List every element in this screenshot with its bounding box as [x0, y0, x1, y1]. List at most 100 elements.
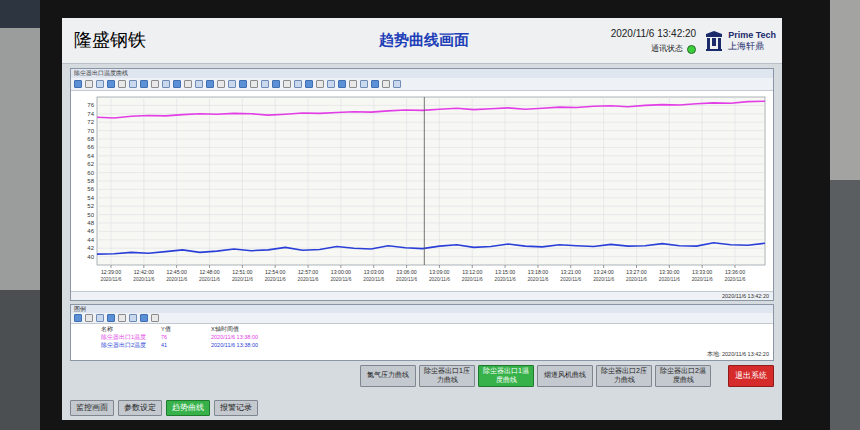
- y-tick: 76: [87, 102, 94, 108]
- exit-button[interactable]: 退出系统: [728, 365, 774, 387]
- monitor-bezel: 隆盛钢铁趋势曲线画面2020/11/6 13:42:20通讯状态Prime Te…: [40, 0, 830, 430]
- y-tick: 44: [87, 237, 94, 243]
- legend-tool-icon[interactable]: [140, 314, 148, 322]
- x-tick-time: 13:27:00: [626, 269, 646, 275]
- toolbar-icon[interactable]: [338, 80, 346, 88]
- x-tick-date: 2020/11/6: [199, 277, 220, 282]
- toolbar-icon[interactable]: [74, 80, 82, 88]
- x-tick-time: 13:03:00: [364, 269, 384, 275]
- toolbar-icon[interactable]: [239, 80, 247, 88]
- logo-name: 上海轩鼎: [728, 41, 776, 52]
- x-tick-time: 13:36:00: [725, 269, 745, 275]
- cabinet: [0, 290, 40, 430]
- curve-button[interactable]: 烟道风机曲线: [537, 365, 593, 387]
- nav-button[interactable]: 趋势曲线: [166, 400, 210, 416]
- curve-button[interactable]: 除尘器出口1温度曲线: [478, 365, 534, 387]
- datetime: 2020/11/6 13:42:20: [611, 26, 696, 41]
- toolbar-icon[interactable]: [107, 80, 115, 88]
- legend-tool-icon[interactable]: [118, 314, 126, 322]
- toolbar-icon[interactable]: [195, 80, 203, 88]
- toolbar-icon[interactable]: [283, 80, 291, 88]
- toolbar-icon[interactable]: [349, 80, 357, 88]
- legend-row[interactable]: 除尘器出口1温度762020/11/6 13:38:00: [101, 333, 743, 341]
- toolbar-icon[interactable]: [382, 80, 390, 88]
- cursor-line[interactable]: [424, 97, 425, 265]
- legend-row[interactable]: 除尘器出口2温度412020/11/6 13:38:00: [101, 341, 743, 349]
- page-title: 趋势曲线画面: [238, 29, 611, 52]
- curve-button[interactable]: 除尘器出口1压力曲线: [419, 365, 475, 387]
- curve-button-row: 氮气压力曲线除尘器出口1压力曲线除尘器出口1温度曲线烟道风机曲线除尘器出口2压力…: [62, 365, 782, 387]
- toolbar-icon[interactable]: [129, 80, 137, 88]
- series-line: [97, 243, 765, 254]
- legend-local-time: 本地: 2020/11/6 13:42:20: [707, 350, 769, 358]
- y-tick: 70: [87, 128, 94, 134]
- toolbar-icon[interactable]: [140, 80, 148, 88]
- x-tick-time: 13:18:00: [528, 269, 548, 275]
- x-tick-date: 2020/11/6: [429, 277, 450, 282]
- toolbar-icon[interactable]: [250, 80, 258, 88]
- curve-button[interactable]: 除尘器出口2温度曲线: [655, 365, 711, 387]
- curve-button[interactable]: 氮气压力曲线: [360, 365, 416, 387]
- toolbar-icon[interactable]: [96, 80, 104, 88]
- x-tick-date: 2020/11/6: [692, 277, 713, 282]
- legend-table: 名称Y值X轴时间值除尘器出口1温度762020/11/6 13:38:00除尘器…: [71, 324, 773, 350]
- x-tick-date: 2020/11/6: [626, 277, 647, 282]
- x-tick-time: 12:51:00: [232, 269, 252, 275]
- toolbar-icon[interactable]: [261, 80, 269, 88]
- toolbar-icon[interactable]: [305, 80, 313, 88]
- x-tick-time: 13:21:00: [561, 269, 581, 275]
- y-tick: 56: [87, 186, 94, 192]
- x-tick-time: 13:15:00: [495, 269, 515, 275]
- toolbar-icon[interactable]: [327, 80, 335, 88]
- x-tick-time: 13:30:00: [659, 269, 679, 275]
- room-left: [0, 0, 40, 430]
- toolbar-icon[interactable]: [393, 80, 401, 88]
- x-tick-date: 2020/11/6: [725, 277, 746, 282]
- legend-column: 名称: [101, 325, 161, 333]
- toolbar-icon[interactable]: [206, 80, 214, 88]
- chart-status-bar: 2020/11/6 13:42:20: [71, 291, 773, 300]
- header-bar: 隆盛钢铁趋势曲线画面2020/11/6 13:42:20通讯状态Prime Te…: [62, 18, 782, 64]
- x-tick-time: 13:24:00: [594, 269, 614, 275]
- x-tick-date: 2020/11/6: [659, 277, 680, 282]
- legend-window: 图例名称Y值X轴时间值除尘器出口1温度762020/11/6 13:38:00除…: [70, 304, 774, 360]
- legend-tool-icon[interactable]: [129, 314, 137, 322]
- nav-button[interactable]: 报警记录: [214, 400, 258, 416]
- toolbar-icon[interactable]: [217, 80, 225, 88]
- y-tick: 54: [87, 195, 94, 201]
- toolbar-icon[interactable]: [272, 80, 280, 88]
- toolbar-icon[interactable]: [184, 80, 192, 88]
- y-tick: 74: [87, 111, 94, 117]
- toolbar-icon[interactable]: [151, 80, 159, 88]
- trend-chart: 7674727068666462605856545250484644424012…: [71, 91, 771, 291]
- legend-tool-icon[interactable]: [151, 314, 159, 322]
- toolbar-icon[interactable]: [118, 80, 126, 88]
- x-tick-date: 2020/11/6: [101, 277, 122, 282]
- y-tick: 42: [87, 245, 94, 251]
- legend-tool-icon[interactable]: [74, 314, 82, 322]
- legend-tool-icon[interactable]: [85, 314, 93, 322]
- toolbar-icon[interactable]: [371, 80, 379, 88]
- toolbar-icon[interactable]: [162, 80, 170, 88]
- nav-button[interactable]: 参数设定: [118, 400, 162, 416]
- x-tick-time: 12:48:00: [199, 269, 219, 275]
- x-tick-time: 12:57:00: [298, 269, 318, 275]
- x-tick-time: 13:00:00: [331, 269, 351, 275]
- legend-tool-icon[interactable]: [96, 314, 104, 322]
- toolbar-icon[interactable]: [360, 80, 368, 88]
- legend-tool-icon[interactable]: [107, 314, 115, 322]
- toolbar-icon[interactable]: [173, 80, 181, 88]
- company-name: 隆盛钢铁: [68, 27, 238, 54]
- toolbar-icon[interactable]: [294, 80, 302, 88]
- toolbar-icon[interactable]: [85, 80, 93, 88]
- nav-button[interactable]: 监控画面: [70, 400, 114, 416]
- curve-button[interactable]: 除尘器出口2压力曲线: [596, 365, 652, 387]
- legend-title-bar: 图例: [71, 305, 773, 313]
- x-tick-date: 2020/11/6: [166, 277, 187, 282]
- toolbar-icon[interactable]: [316, 80, 324, 88]
- toolbar-icon[interactable]: [228, 80, 236, 88]
- legend-column: Y值: [161, 325, 211, 333]
- x-tick-date: 2020/11/6: [133, 277, 154, 282]
- x-tick-date: 2020/11/6: [298, 277, 319, 282]
- x-tick-date: 2020/11/6: [527, 277, 548, 282]
